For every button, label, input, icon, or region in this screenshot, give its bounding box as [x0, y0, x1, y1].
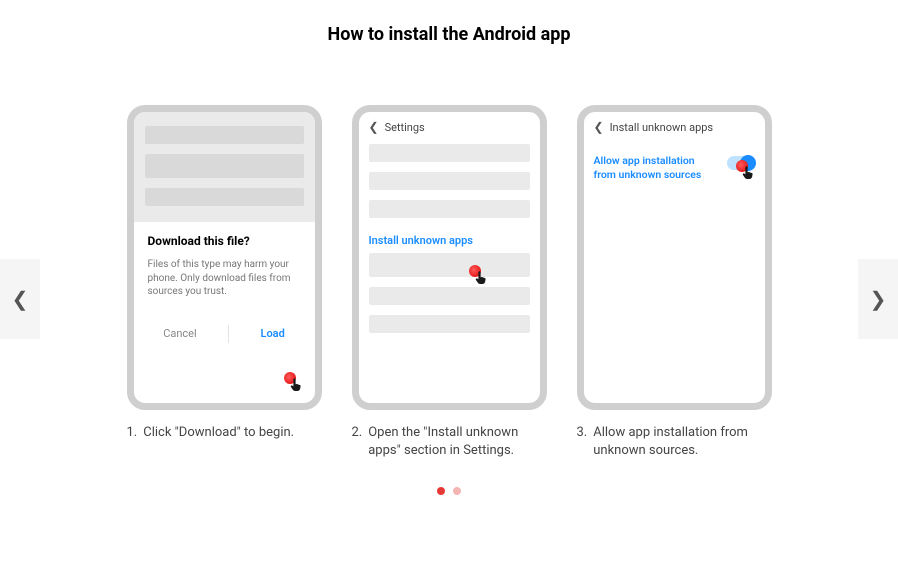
dialog-body: Files of this type may harm your phone. …	[148, 258, 301, 299]
settings-list	[359, 144, 540, 218]
step-text: Allow app installation from unknown sour…	[593, 424, 771, 459]
touch-indicator-icon	[467, 265, 489, 287]
placeholder-bar	[369, 253, 530, 277]
download-dialog: Download this file? Files of this type m…	[134, 222, 315, 343]
chevron-left-icon: ❮	[369, 120, 379, 134]
placeholder-bar	[145, 126, 304, 144]
carousel-pagination	[0, 487, 898, 495]
phone-mockup: ❮ Install unknown apps Allow app install…	[577, 105, 772, 410]
touch-indicator-icon	[282, 372, 304, 394]
placeholder-bar	[369, 144, 530, 162]
placeholder-bar	[369, 287, 530, 305]
chevron-left-icon: ❮	[594, 120, 604, 134]
step-2: ❮ Settings Install unknown apps 2. Open …	[352, 105, 547, 459]
step-number: 1.	[127, 424, 138, 442]
settings-list	[359, 253, 540, 333]
install-unknown-apps-link[interactable]: Install unknown apps	[359, 228, 540, 253]
pagination-dot[interactable]	[437, 487, 445, 495]
page-title: How to install the Android app	[0, 24, 898, 45]
cancel-button[interactable]: Cancel	[163, 327, 196, 340]
dialog-title: Download this file?	[148, 234, 301, 248]
placeholder-bar	[369, 200, 530, 218]
step-number: 2.	[352, 424, 363, 459]
placeholder-bar	[369, 172, 530, 190]
step-text: Click "Download" to begin.	[143, 424, 294, 442]
phone-grey-area	[134, 112, 315, 222]
placeholder-bar	[145, 188, 304, 206]
phone-header: ❮ Settings	[359, 112, 540, 144]
phone-mockup: ❮ Settings Install unknown apps	[352, 105, 547, 410]
touch-indicator-icon	[734, 160, 756, 182]
phone-mockup: Download this file? Files of this type m…	[127, 105, 322, 410]
load-button[interactable]: Load	[261, 327, 285, 340]
pagination-dot[interactable]	[453, 487, 461, 495]
steps-carousel: Download this file? Files of this type m…	[0, 105, 898, 459]
header-title: Settings	[385, 121, 425, 134]
dialog-actions: Cancel Load	[148, 325, 301, 343]
step-caption: 3. Allow app installation from unknown s…	[577, 424, 772, 459]
step-1: Download this file? Files of this type m…	[127, 105, 322, 459]
toggle-label: Allow app installation from unknown sour…	[594, 154, 719, 181]
placeholder-bar	[145, 154, 304, 178]
step-caption: 2. Open the "Install unknown apps" secti…	[352, 424, 547, 459]
header-title: Install unknown apps	[610, 121, 714, 134]
placeholder-bar	[369, 315, 530, 333]
action-divider	[228, 325, 229, 343]
phone-header: ❮ Install unknown apps	[584, 112, 765, 144]
step-3: ❮ Install unknown apps Allow app install…	[577, 105, 772, 459]
step-number: 3.	[577, 424, 588, 459]
step-caption: 1. Click "Download" to begin.	[127, 424, 322, 442]
step-text: Open the "Install unknown apps" section …	[368, 424, 546, 459]
